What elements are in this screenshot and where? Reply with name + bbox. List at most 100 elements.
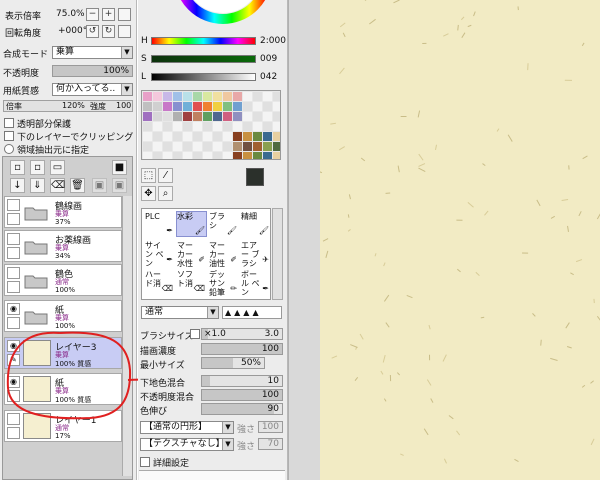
color-swatch[interactable] <box>203 152 212 159</box>
color-swatch[interactable] <box>173 102 182 111</box>
color-swatch[interactable] <box>163 132 172 141</box>
color-swatch[interactable] <box>223 152 232 159</box>
color-swatch[interactable] <box>253 142 262 151</box>
color-swatch[interactable] <box>173 142 182 151</box>
panel-separator[interactable] <box>288 0 320 480</box>
color-swatch[interactable] <box>193 122 202 131</box>
color-swatch[interactable] <box>233 92 242 101</box>
color-swatch[interactable] <box>193 152 202 159</box>
select-rect-icon[interactable]: ⬚ <box>141 168 156 183</box>
color-swatch[interactable] <box>233 122 242 131</box>
color-swatch[interactable] <box>153 102 162 111</box>
foreground-color-swatch[interactable] <box>246 168 264 186</box>
color-swatch[interactable] <box>193 132 202 141</box>
brush-button[interactable]: ハード消 ⌫ <box>144 269 175 295</box>
color-swatch[interactable] <box>193 112 202 121</box>
color-swatch[interactable] <box>163 142 172 151</box>
color-swatch[interactable] <box>263 112 272 121</box>
color-swatch[interactable] <box>273 152 280 159</box>
color-swatch[interactable] <box>183 142 192 151</box>
color-swatch[interactable] <box>223 92 232 101</box>
color-swatch[interactable] <box>253 102 262 111</box>
color-swatch[interactable] <box>183 102 192 111</box>
color-swatch[interactable] <box>203 122 212 131</box>
color-swatch[interactable] <box>143 152 152 159</box>
color-swatch[interactable] <box>143 112 152 121</box>
color-swatch[interactable] <box>213 112 222 121</box>
color-swatch[interactable] <box>223 132 232 141</box>
color-swatch[interactable] <box>273 142 280 151</box>
density-slider[interactable]: 100 <box>201 343 283 355</box>
color-swatch[interactable] <box>233 112 242 121</box>
color-swatch[interactable] <box>203 132 212 141</box>
color-swatch[interactable] <box>163 122 172 131</box>
color-swatch[interactable] <box>243 132 252 141</box>
color-swatch[interactable] <box>173 92 182 101</box>
color-swatch[interactable] <box>183 132 192 141</box>
color-swatch[interactable] <box>143 122 152 131</box>
color-swatch[interactable] <box>213 92 222 101</box>
color-swatch[interactable] <box>183 122 192 131</box>
min-size-slider[interactable]: 50% <box>201 357 265 369</box>
color-swatch[interactable] <box>243 92 252 101</box>
color-swatch[interactable] <box>173 122 182 131</box>
color-swatch[interactable] <box>243 102 252 111</box>
magic-wand-icon[interactable]: ⁄ <box>158 168 173 183</box>
color-swatch[interactable] <box>273 132 280 141</box>
color-swatch[interactable] <box>203 92 212 101</box>
color-swatch[interactable] <box>223 102 232 111</box>
color-swatch[interactable] <box>163 152 172 159</box>
saturation-slider[interactable] <box>151 55 256 63</box>
hue-slider[interactable] <box>151 37 256 45</box>
color-swatch[interactable] <box>193 92 202 101</box>
brush-button[interactable]: ソフト消 ⌫ <box>176 269 207 295</box>
brush-shape-select[interactable]: 【通常の円形】 ▼ <box>140 421 234 434</box>
shape-strength-value[interactable]: 100 <box>258 421 283 433</box>
zoom-icon[interactable]: ⌕ <box>158 186 173 201</box>
brush-button[interactable]: マーカー 油性 ✐ <box>208 240 239 268</box>
color-swatch[interactable] <box>163 112 172 121</box>
color-swatch[interactable] <box>223 112 232 121</box>
color-swatch[interactable] <box>153 152 162 159</box>
color-swatch[interactable] <box>233 102 242 111</box>
color-swatch[interactable] <box>253 122 262 131</box>
color-swatch[interactable] <box>223 142 232 151</box>
brush-button[interactable]: デッサン 鉛筆 ✏ <box>208 269 239 297</box>
brush-edge-shapes[interactable]: ▲▲▲▲ <box>222 306 282 319</box>
color-swatch[interactable] <box>143 132 152 141</box>
brush-size-slider[interactable]: ×1.0 3.0 <box>201 328 283 340</box>
color-swatch[interactable] <box>203 112 212 121</box>
color-swatch[interactable] <box>213 152 222 159</box>
color-swatch[interactable] <box>223 122 232 131</box>
color-swatch[interactable] <box>153 132 162 141</box>
color-extend-slider[interactable]: 90 <box>201 403 283 415</box>
color-swatch[interactable] <box>173 132 182 141</box>
color-swatch[interactable] <box>273 112 280 121</box>
color-swatch[interactable] <box>153 122 162 131</box>
detail-settings-checkbox[interactable] <box>140 457 150 467</box>
color-swatch[interactable] <box>183 112 192 121</box>
color-swatch[interactable] <box>243 112 252 121</box>
color-swatch[interactable] <box>193 142 202 151</box>
underlayer-blend-slider[interactable]: 10 <box>201 375 283 387</box>
brush-scrollbar[interactable] <box>272 208 283 300</box>
color-swatch[interactable] <box>153 112 162 121</box>
color-swatch[interactable] <box>273 92 280 101</box>
brush-mode-select[interactable]: 通常 ▼ <box>141 306 219 319</box>
color-swatch[interactable] <box>213 142 222 151</box>
opacity-blend-slider[interactable]: 100 <box>201 389 283 401</box>
color-swatch[interactable] <box>243 152 252 159</box>
color-swatch[interactable] <box>173 152 182 159</box>
color-swatch[interactable] <box>203 102 212 111</box>
color-swatch[interactable] <box>263 102 272 111</box>
brush-button[interactable]: ボール ペン ✒ <box>240 269 271 297</box>
swatch-palette[interactable] <box>141 90 281 160</box>
color-swatch[interactable] <box>213 132 222 141</box>
color-swatch[interactable] <box>263 122 272 131</box>
color-wheel[interactable] <box>173 0 273 25</box>
move-icon[interactable]: ✥ <box>141 186 156 201</box>
brush-button[interactable]: エアー ブラシ ✈ <box>240 240 271 268</box>
brush-size-lock[interactable] <box>190 329 200 339</box>
brush-button[interactable]: サイン ペン ✒ <box>144 240 175 268</box>
color-swatch[interactable] <box>253 92 262 101</box>
